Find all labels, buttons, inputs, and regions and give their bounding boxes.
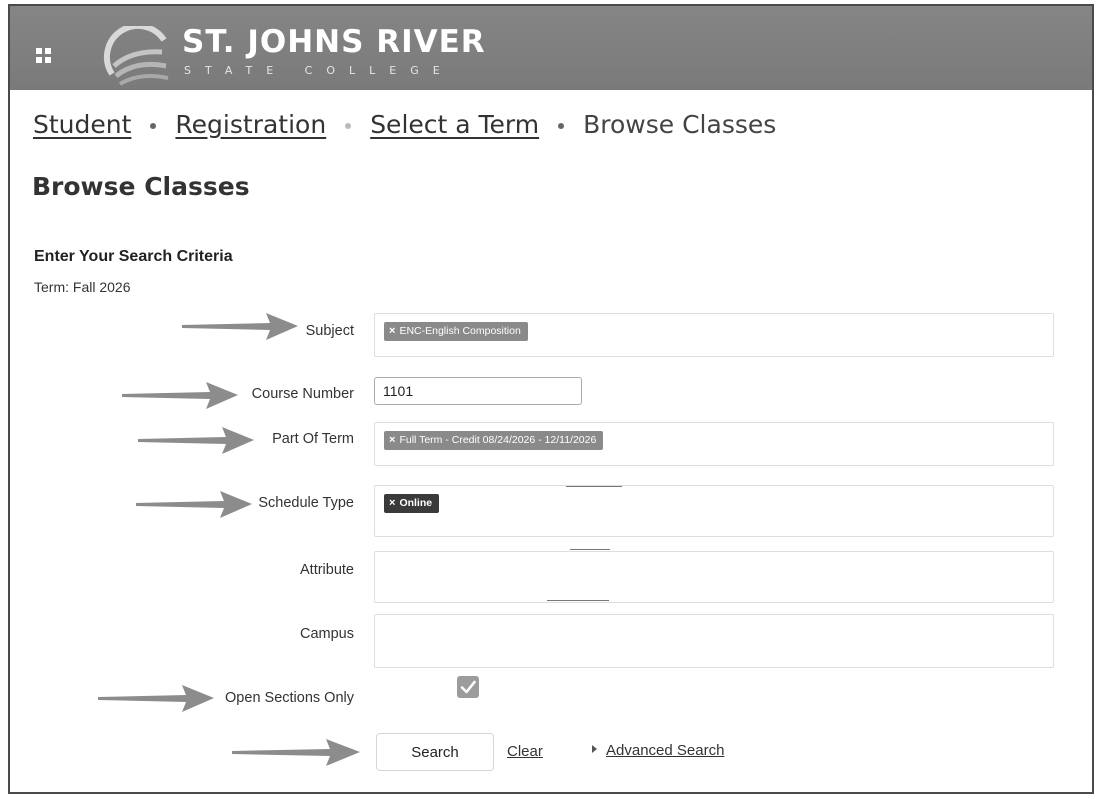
annotation-arrow-icon <box>182 313 298 340</box>
part-of-term-chip[interactable]: × Full Term - Credit 08/24/2026 - 12/11/2… <box>384 431 604 450</box>
expand-triangle-icon <box>592 745 597 753</box>
apps-grid-icon[interactable] <box>36 48 52 64</box>
section-title: Enter Your Search Criteria <box>34 248 233 265</box>
page-title: Browse Classes <box>32 172 250 201</box>
subject-input[interactable]: × ENC-English Composition <box>374 313 1054 357</box>
campus-label: Campus <box>300 626 354 642</box>
breadcrumb-separator <box>150 123 157 129</box>
advanced-search-link[interactable]: Advanced Search <box>592 742 724 759</box>
schedule-type-chip-label: Online <box>399 497 433 509</box>
part-of-term-chip-label: Full Term - Credit 08/24/2026 - 12/11/20… <box>399 434 597 446</box>
advanced-search-label: Advanced Search <box>606 742 725 759</box>
breadcrumb-registration[interactable]: Registration <box>175 110 326 139</box>
browser-frame: ST. JOHNS RIVER STATE COLLEGE Student Reg… <box>8 4 1094 794</box>
clear-link[interactable]: Clear <box>507 743 543 760</box>
attribute-input[interactable] <box>374 551 1054 603</box>
open-sections-checkbox[interactable] <box>457 676 479 698</box>
annotation-arrow-icon <box>138 427 254 454</box>
subject-chip-label: ENC-English Composition <box>399 325 521 337</box>
checkmark-icon <box>460 680 476 694</box>
breadcrumb-current: Browse Classes <box>583 110 777 139</box>
search-button[interactable]: Search <box>376 733 494 771</box>
course-number-input[interactable] <box>374 377 582 405</box>
term-label: Term: Fall 2026 <box>34 279 131 295</box>
scan-artifact <box>570 549 610 550</box>
annotation-arrow-icon <box>122 382 238 409</box>
chip-remove-icon[interactable]: × <box>389 325 395 337</box>
subject-chip[interactable]: × ENC-English Composition <box>384 322 528 341</box>
college-subtitle: STATE COLLEGE <box>184 64 454 77</box>
part-of-term-input[interactable]: × Full Term - Credit 08/24/2026 - 12/11/2… <box>374 422 1054 466</box>
attribute-label: Attribute <box>300 562 354 578</box>
chip-remove-icon[interactable]: × <box>389 497 395 509</box>
annotation-arrow-icon <box>136 491 252 518</box>
scan-artifact <box>547 600 609 601</box>
schedule-type-chip[interactable]: × Online <box>384 494 440 513</box>
college-logo-icon <box>103 26 169 86</box>
part-of-term-label: Part Of Term <box>272 431 354 447</box>
schedule-type-input[interactable]: × Online <box>374 485 1054 537</box>
college-name: ST. JOHNS RIVER <box>182 24 486 60</box>
breadcrumb-student[interactable]: Student <box>33 110 131 139</box>
annotation-arrow-icon <box>232 739 360 766</box>
breadcrumb-separator <box>558 123 565 129</box>
chip-remove-icon[interactable]: × <box>389 434 395 446</box>
breadcrumb-select-term[interactable]: Select a Term <box>370 110 539 139</box>
subject-label: Subject <box>305 323 354 339</box>
annotation-arrow-icon <box>98 685 214 712</box>
open-sections-label: Open Sections Only <box>225 690 354 706</box>
campus-input[interactable] <box>374 614 1054 668</box>
top-bar: ST. JOHNS RIVER STATE COLLEGE <box>10 6 1092 90</box>
breadcrumb: Student Registration Select a Term Browse C… <box>33 110 776 139</box>
scan-artifact <box>566 486 622 487</box>
breadcrumb-separator <box>345 123 352 129</box>
course-number-label: Course Number <box>251 386 354 402</box>
schedule-type-label: Schedule Type <box>258 495 354 511</box>
